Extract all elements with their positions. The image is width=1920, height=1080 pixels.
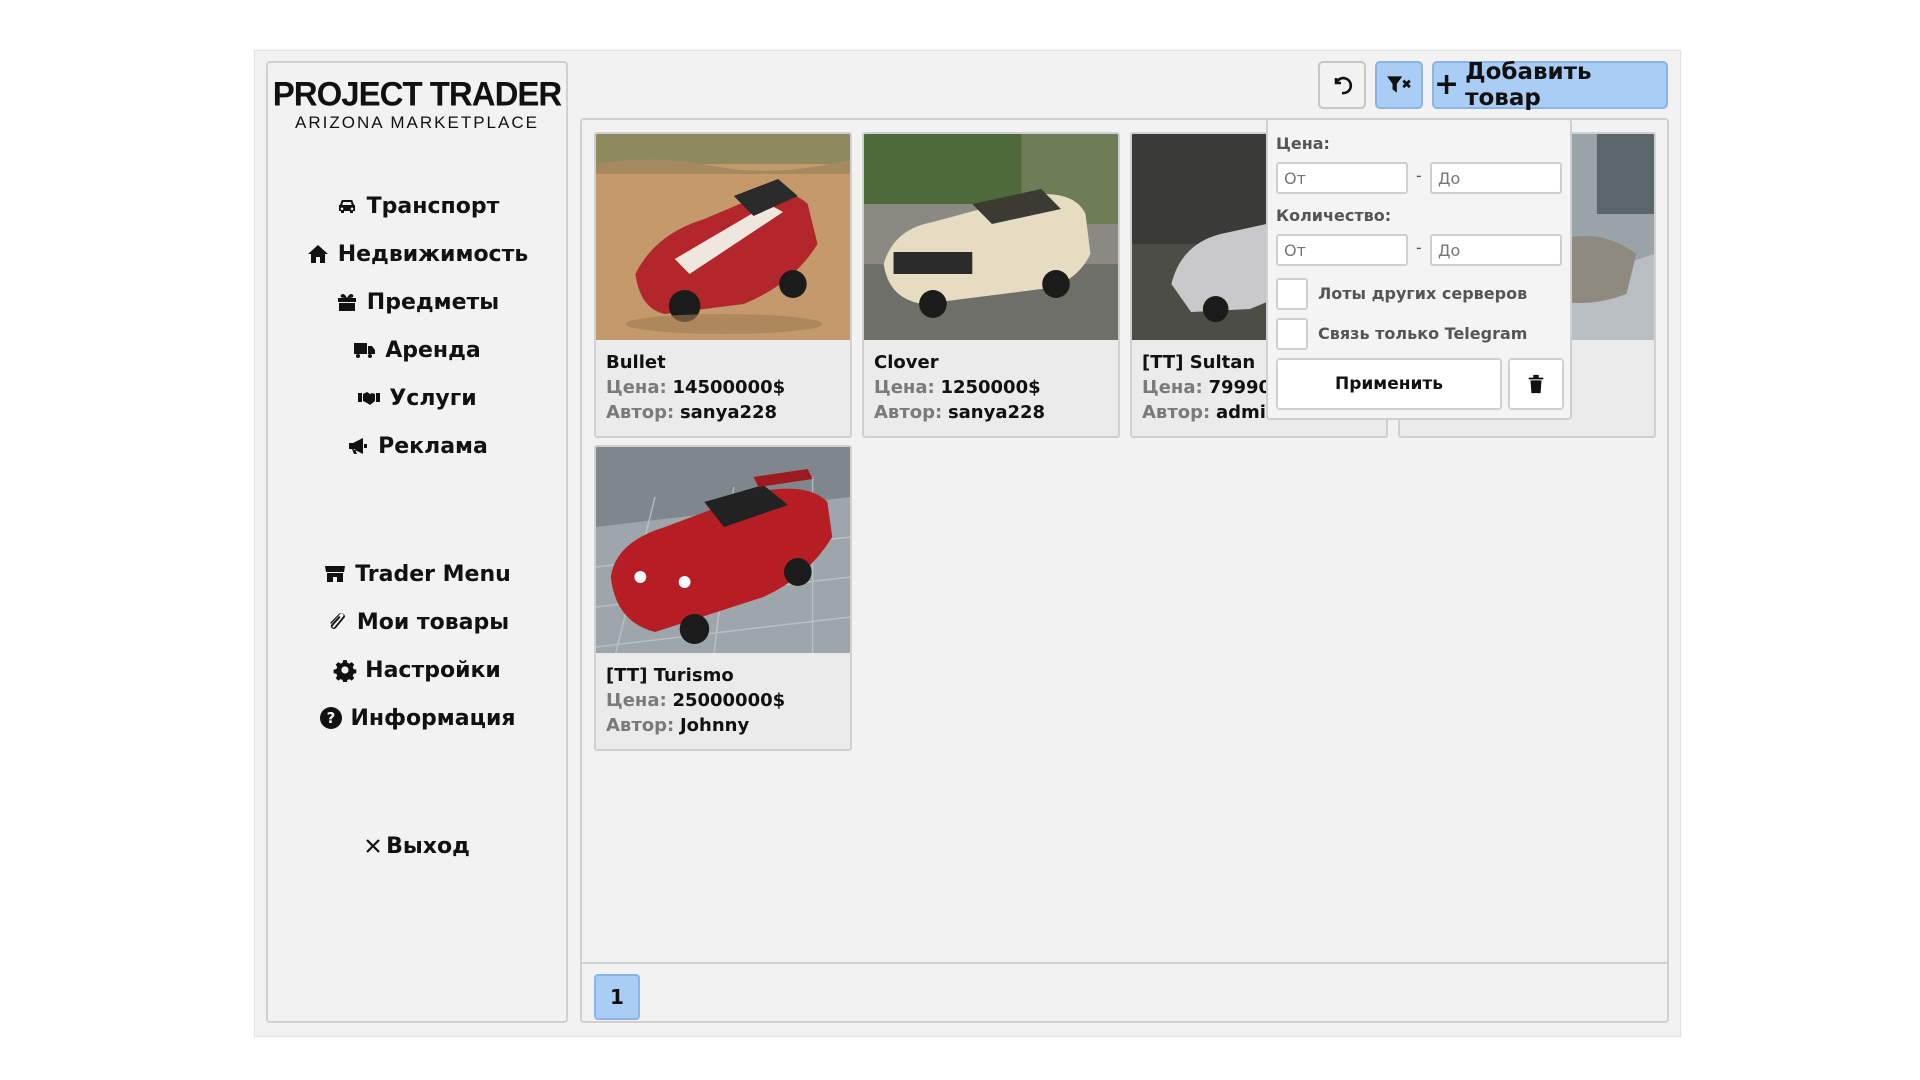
listing-author: sanya228: [947, 402, 1046, 423]
range-separator: -: [1416, 166, 1422, 185]
sidebar-item-label: Trader Menu: [355, 561, 511, 587]
listing-name: Bullet: [606, 352, 666, 373]
filter-button[interactable]: [1375, 61, 1423, 109]
filter-popover: Цена: - Количество: - Лоты других сервер…: [1266, 118, 1572, 420]
price-label: Цена:: [606, 690, 667, 711]
plus-icon: +: [1434, 67, 1460, 102]
sidebar-item-label: Информация: [350, 705, 516, 731]
price-label: Цена:: [874, 377, 935, 398]
sidebar: PROJECT TRADER ARIZONA MARKETPLACE Транс…: [266, 61, 568, 1023]
filter-icon: [1387, 76, 1411, 93]
listing-info: [TT] Turismo Цена: 25000000$ Автор: John…: [606, 663, 785, 738]
bullhorn-icon: [349, 438, 368, 454]
listing-info: [TT] Sultan Цена: 79990 Автор: admin: [1142, 350, 1279, 425]
listing-name: [TT] Sultan: [1142, 352, 1256, 373]
handshake-icon: [358, 392, 381, 405]
exit-label: Выход: [386, 833, 470, 859]
listing-image: [596, 447, 850, 653]
listing-card[interactable]: Bullet Цена: 14500000$ Автор: sanya228: [594, 132, 852, 438]
logo: PROJECT TRADER ARIZONA MARKETPLACE: [268, 74, 566, 133]
price-label: Цена:: [606, 377, 667, 398]
sidebar-item-transport[interactable]: Транспорт: [268, 189, 566, 223]
listing-image: [596, 134, 850, 340]
sidebar-item-label: Мои товары: [356, 609, 510, 635]
author-label: Автор:: [874, 402, 943, 423]
listing-name: Clover: [874, 352, 939, 373]
sidebar-item-rent[interactable]: Аренда: [268, 333, 566, 367]
reset-button[interactable]: [1318, 61, 1366, 109]
other-servers-checkbox[interactable]: [1276, 278, 1308, 310]
telegram-only-label: Связь только Telegram: [1318, 324, 1528, 343]
close-icon: [366, 839, 380, 853]
listing-name: [TT] Turismo: [606, 665, 734, 686]
exit-button[interactable]: Выход: [268, 829, 566, 863]
listing-price: 25000000$: [672, 690, 786, 711]
trash-icon: [1528, 374, 1544, 394]
sidebar-item-info[interactable]: ? Информация: [268, 701, 566, 735]
range-separator: -: [1416, 238, 1422, 257]
quantity-to-input[interactable]: [1430, 234, 1562, 266]
author-label: Автор:: [1142, 402, 1211, 423]
price-label: Цена:: [1142, 377, 1203, 398]
car-icon: [338, 200, 355, 213]
add-item-label: Добавить товар: [1465, 59, 1592, 111]
gift-icon: [337, 294, 356, 311]
sidebar-item-label: Недвижимость: [337, 241, 529, 267]
sidebar-item-label: Предметы: [366, 289, 500, 315]
gear-icon: [333, 660, 357, 682]
home-icon: [307, 245, 328, 263]
logo-subtitle: ARIZONA MARKETPLACE: [295, 113, 539, 132]
page-button[interactable]: 1: [594, 974, 640, 1020]
sidebar-item-label: Услуги: [389, 385, 477, 411]
undo-icon: [1334, 76, 1353, 95]
paperclip-icon: [329, 613, 345, 629]
listing-card[interactable]: [TT] Turismo Цена: 25000000$ Автор: John…: [594, 445, 852, 751]
sidebar-item-trader-menu[interactable]: Trader Menu: [268, 557, 566, 591]
author-label: Автор:: [606, 715, 675, 736]
sidebar-item-label: Реклама: [378, 433, 488, 459]
question-circle-icon: ?: [319, 707, 342, 729]
clear-filter-button[interactable]: [1508, 358, 1564, 410]
listing-price: 1250000$: [940, 377, 1041, 398]
author-label: Автор:: [606, 402, 675, 423]
sidebar-item-services[interactable]: Услуги: [268, 381, 566, 415]
pagination-divider: [582, 962, 1667, 964]
price-to-input[interactable]: [1430, 162, 1562, 194]
quantity-filter-label: Количество:: [1276, 206, 1392, 225]
sidebar-item-ads[interactable]: Реклама: [268, 429, 566, 463]
sidebar-item-settings[interactable]: Настройки: [268, 653, 566, 687]
listing-price: 14500000$: [672, 377, 786, 398]
listing-price: 79990: [1208, 377, 1272, 398]
listing-info: Clover Цена: 1250000$ Автор: sanya228: [874, 350, 1045, 425]
sidebar-item-items[interactable]: Предметы: [268, 285, 566, 319]
listing-card[interactable]: Clover Цена: 1250000$ Автор: sanya228: [862, 132, 1120, 438]
sidebar-item-label: Транспорт: [366, 193, 500, 219]
other-servers-label: Лоты других серверов: [1318, 284, 1528, 303]
svg-text:?: ?: [326, 709, 335, 727]
add-item-button[interactable]: + Добавить товар: [1432, 59, 1668, 111]
telegram-only-checkbox[interactable]: [1276, 318, 1308, 350]
logo-title: PROJECT TRADER: [272, 74, 563, 113]
price-filter-label: Цена:: [1276, 134, 1330, 153]
listing-info: Bullet Цена: 14500000$ Автор: sanya228: [606, 350, 785, 425]
sidebar-item-label: Настройки: [365, 657, 501, 683]
quantity-from-input[interactable]: [1276, 234, 1408, 266]
listing-author: Johnny: [679, 715, 750, 736]
truck-icon: [354, 343, 376, 358]
sidebar-item-realty[interactable]: Недвижимость: [268, 237, 566, 271]
listing-image: [864, 134, 1118, 340]
sidebar-item-label: Аренда: [385, 337, 481, 363]
price-from-input[interactable]: [1276, 162, 1408, 194]
apply-filter-button[interactable]: Применить: [1276, 358, 1502, 410]
store-icon: [325, 566, 346, 582]
sidebar-item-my-items[interactable]: Мои товары: [268, 605, 566, 639]
listing-author: sanya228: [679, 402, 778, 423]
